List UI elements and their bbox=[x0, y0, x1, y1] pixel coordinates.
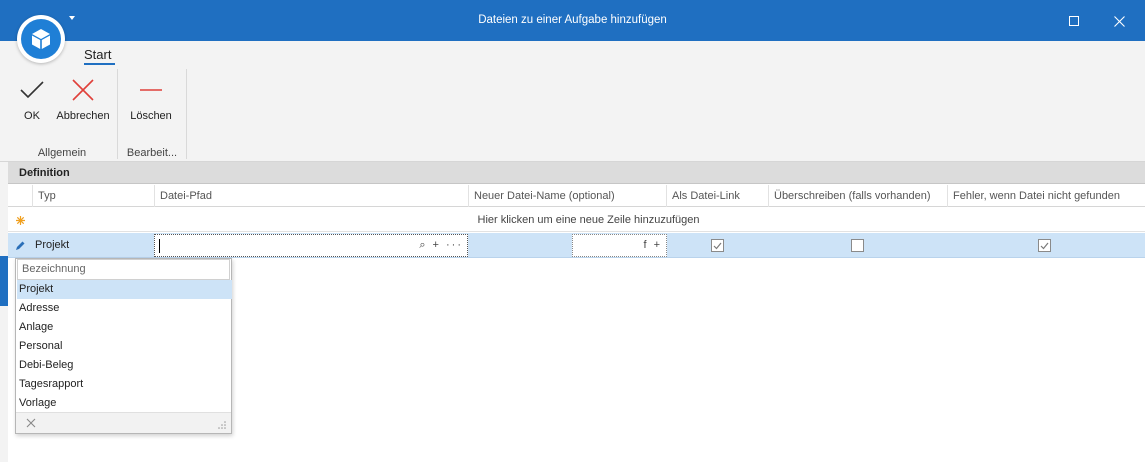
new-row[interactable]: Hier klicken um eine neue Zeile hinzuzuf… bbox=[8, 208, 1145, 232]
minus-icon bbox=[140, 89, 162, 91]
check-icon bbox=[1040, 242, 1049, 249]
window-title: Dateien zu einer Aufgabe hinzufügen bbox=[478, 14, 667, 26]
cube-icon bbox=[32, 29, 50, 49]
check-icon bbox=[713, 242, 722, 249]
path-editor-buttons[interactable]: ⌕ + ··· bbox=[419, 239, 463, 252]
dropdown-footer bbox=[16, 412, 231, 433]
dropdown-column-header[interactable]: Bezeichnung bbox=[17, 259, 230, 280]
column-neuer-datei-name[interactable]: Neuer Datei-Name (optional) bbox=[468, 185, 666, 207]
cell-typ[interactable]: Projekt bbox=[32, 233, 154, 258]
close-icon bbox=[1113, 15, 1125, 27]
column-datei-pfad[interactable]: Datei-Pfad bbox=[154, 185, 468, 207]
new-row-indicator bbox=[8, 208, 32, 232]
dropdown-item[interactable]: Debi-Beleg bbox=[17, 356, 232, 375]
checkbox-fehler-nicht-gefunden[interactable] bbox=[1038, 239, 1051, 252]
checkbox-ueberschreiben[interactable] bbox=[851, 239, 864, 252]
dropdown-item[interactable]: Vorlage bbox=[17, 394, 232, 413]
title-bar: Dateien zu einer Aufgabe hinzufügen bbox=[0, 0, 1145, 41]
ribbon-group-separator bbox=[117, 69, 118, 159]
checkmark-icon bbox=[20, 81, 44, 99]
tab-start[interactable]: Start bbox=[84, 47, 111, 62]
dropdown-item[interactable]: Tagesrapport bbox=[17, 375, 232, 394]
cancel-button-label: Abbrechen bbox=[56, 110, 110, 122]
cancel-button[interactable]: Abbrechen bbox=[55, 75, 111, 122]
ribbon-group-separator bbox=[186, 69, 187, 159]
column-typ[interactable]: Typ bbox=[32, 185, 154, 207]
app-logo[interactable] bbox=[17, 15, 65, 63]
section-header: Definition bbox=[8, 162, 1145, 184]
dropdown-list: Projekt Adresse Anlage Personal Debi-Beleg Ta… bbox=[17, 280, 232, 413]
row-edit-indicator bbox=[8, 233, 32, 258]
new-row-star-icon bbox=[15, 215, 25, 225]
ok-button[interactable]: OK bbox=[17, 75, 47, 122]
text-caret bbox=[159, 239, 160, 253]
table-row[interactable]: Projekt ⌕ + ··· f + bbox=[8, 233, 1145, 258]
background-window-edge bbox=[0, 256, 8, 306]
delete-button[interactable]: Löschen bbox=[128, 75, 174, 122]
resize-grip-icon[interactable] bbox=[217, 420, 227, 430]
ribbon: Start OK Abbrechen Löschen Allgemein Bea… bbox=[0, 41, 1145, 162]
clear-x-icon[interactable] bbox=[24, 416, 38, 430]
dropdown-item[interactable]: Adresse bbox=[17, 299, 232, 318]
dropdown-item[interactable]: Projekt bbox=[17, 280, 232, 299]
grid-column-header: Typ Datei-Pfad Neuer Datei-Name (optiona… bbox=[8, 185, 1145, 207]
pencil-icon bbox=[16, 241, 25, 250]
new-row-hint: Hier klicken um eine neue Zeile hinzuzuf… bbox=[477, 214, 700, 226]
ribbon-group-general: Allgemein bbox=[37, 147, 87, 159]
quick-access-dropdown-icon[interactable] bbox=[69, 16, 75, 20]
column-ueberschreiben[interactable]: Überschreiben (falls vorhanden) bbox=[768, 185, 947, 207]
ribbon-group-edit: Bearbeit... bbox=[126, 147, 178, 159]
cancel-x-icon bbox=[72, 79, 94, 101]
column-fehler-nicht-gefunden[interactable]: Fehler, wenn Datei nicht gefunden bbox=[947, 185, 1145, 207]
column-als-datei-link[interactable]: Als Datei-Link bbox=[666, 185, 768, 207]
tab-start-underline bbox=[84, 63, 115, 65]
name-editor-buttons[interactable]: f + bbox=[643, 239, 662, 251]
maximize-icon bbox=[1069, 16, 1079, 26]
close-window-button[interactable] bbox=[1109, 11, 1129, 31]
new-name-input[interactable]: f + bbox=[572, 234, 667, 257]
delete-button-label: Löschen bbox=[130, 110, 172, 122]
typ-dropdown-popup: Bezeichnung Projekt Adresse Anlage Personal… bbox=[15, 258, 232, 434]
maximize-button[interactable] bbox=[1064, 11, 1084, 31]
section-title: Definition bbox=[19, 167, 70, 179]
ok-button-label: OK bbox=[24, 110, 40, 122]
cell-typ-value: Projekt bbox=[35, 239, 70, 251]
app-logo-inner bbox=[21, 19, 61, 59]
dropdown-item[interactable]: Personal bbox=[17, 337, 232, 356]
dropdown-item[interactable]: Anlage bbox=[17, 318, 232, 337]
checkbox-als-datei-link[interactable] bbox=[711, 239, 724, 252]
path-input[interactable]: ⌕ + ··· bbox=[154, 234, 468, 257]
